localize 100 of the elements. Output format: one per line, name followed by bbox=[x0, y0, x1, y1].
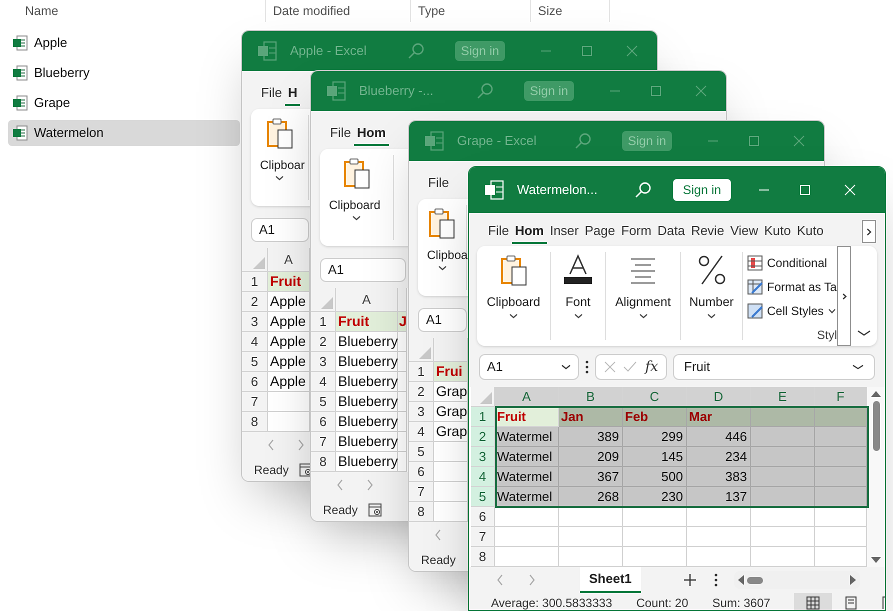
name-box[interactable]: A1 bbox=[479, 354, 579, 380]
column-header[interactable]: Size bbox=[538, 2, 562, 20]
collapse-ribbon-icon[interactable] bbox=[857, 328, 871, 338]
next-sheet-icon[interactable] bbox=[296, 439, 306, 451]
scroll-left-icon[interactable] bbox=[738, 575, 744, 585]
ribbon-tab[interactable]: View bbox=[727, 223, 762, 244]
column-header[interactable]: A bbox=[495, 387, 559, 407]
row-header[interactable]: 7 bbox=[242, 392, 268, 412]
row-header[interactable]: 2 bbox=[409, 382, 434, 402]
row-header[interactable]: 7 bbox=[311, 432, 336, 452]
scroll-thumb[interactable] bbox=[746, 576, 763, 584]
row-header[interactable]: 4 bbox=[242, 332, 268, 352]
row-header[interactable]: 5 bbox=[409, 442, 434, 462]
ribbon-tab[interactable]: Hom bbox=[354, 125, 389, 146]
column-header[interactable]: E bbox=[751, 387, 815, 407]
select-all-button[interactable] bbox=[311, 288, 336, 312]
column-header[interactable]: F bbox=[815, 387, 867, 407]
ribbon-tab[interactable]: Page bbox=[582, 223, 618, 244]
name-box[interactable]: A1 bbox=[418, 308, 467, 332]
row-header[interactable]: 6 bbox=[242, 372, 268, 392]
row-header[interactable]: 6 bbox=[311, 412, 336, 432]
previous-sheet-icon[interactable] bbox=[266, 439, 276, 451]
row-header[interactable]: 1 bbox=[311, 312, 336, 332]
ribbon-tab[interactable]: Kuto bbox=[794, 223, 827, 244]
style-menu-button[interactable]: Format as Ta bbox=[747, 278, 837, 296]
column-header[interactable] bbox=[398, 288, 407, 312]
ribbon-tab[interactable]: Revie bbox=[688, 223, 728, 244]
row-header[interactable]: 3 bbox=[242, 312, 268, 332]
sign-in-button[interactable]: Sign in bbox=[673, 179, 731, 201]
ribbon-group-button[interactable]: Number bbox=[681, 252, 743, 340]
ribbon-tab[interactable]: Inser bbox=[546, 223, 582, 244]
row-header[interactable]: 4 bbox=[311, 372, 336, 392]
file-item[interactable]: Watermelon bbox=[8, 120, 240, 146]
style-menu-button[interactable]: Cell Styles bbox=[747, 302, 837, 320]
ribbon-tab[interactable]: File bbox=[425, 175, 452, 196]
column-header[interactable]: D bbox=[687, 387, 751, 407]
column-header[interactable]: B bbox=[559, 387, 623, 407]
row-header[interactable]: 6 bbox=[409, 462, 434, 482]
column-header[interactable]: A bbox=[268, 248, 310, 272]
select-all-button[interactable] bbox=[409, 338, 434, 362]
row-header[interactable]: 2 bbox=[471, 427, 495, 447]
ribbon-tab[interactable]: Form bbox=[618, 223, 654, 244]
row-header[interactable]: 8 bbox=[409, 502, 434, 522]
more-icon[interactable] bbox=[714, 573, 718, 587]
row-header[interactable]: 8 bbox=[311, 452, 336, 472]
ribbon-tab[interactable]: Data bbox=[654, 223, 688, 244]
search-icon[interactable] bbox=[634, 181, 652, 199]
row-header[interactable]: 3 bbox=[311, 352, 336, 372]
scroll-thumb[interactable] bbox=[872, 401, 880, 451]
previous-sheet-icon[interactable] bbox=[335, 479, 345, 491]
row-header[interactable]: 7 bbox=[409, 482, 434, 502]
scroll-right-icon[interactable] bbox=[850, 575, 856, 585]
name-box[interactable]: A1 bbox=[251, 218, 309, 242]
column-header[interactable]: Type bbox=[418, 2, 446, 20]
row-header[interactable]: 1 bbox=[242, 272, 268, 292]
next-sheet-icon[interactable] bbox=[527, 574, 537, 586]
previous-sheet-icon[interactable] bbox=[433, 529, 443, 541]
row-header[interactable]: 3 bbox=[409, 402, 434, 422]
row-header[interactable]: 8 bbox=[471, 547, 495, 567]
row-header[interactable]: 2 bbox=[242, 292, 268, 312]
sheet-tab[interactable]: Sheet1 bbox=[580, 567, 641, 593]
row-header[interactable]: 4 bbox=[471, 467, 495, 487]
column-header[interactable]: Date modified bbox=[273, 2, 350, 20]
row-header[interactable]: 5 bbox=[242, 352, 268, 372]
ribbon-scroll-button[interactable] bbox=[837, 246, 851, 346]
insert-function-button[interactable]: fx bbox=[645, 356, 658, 378]
row-header[interactable]: 7 bbox=[471, 527, 495, 547]
formula-field[interactable]: Fruit bbox=[673, 354, 875, 380]
row-header[interactable]: 4 bbox=[409, 422, 434, 442]
row-header[interactable]: 6 bbox=[471, 507, 495, 527]
more-icon[interactable] bbox=[585, 360, 589, 374]
row-header[interactable]: 1 bbox=[471, 407, 495, 427]
ribbon-tab[interactable]: File bbox=[258, 85, 285, 106]
ribbon-tab[interactable]: File bbox=[327, 125, 354, 146]
row-header[interactable]: 8 bbox=[242, 412, 268, 432]
add-sheet-icon[interactable] bbox=[682, 573, 697, 587]
row-header[interactable]: 3 bbox=[471, 447, 495, 467]
style-menu-button[interactable]: Conditional bbox=[747, 254, 837, 272]
vertical-scrollbar[interactable] bbox=[867, 387, 885, 567]
check-icon[interactable] bbox=[623, 361, 638, 373]
row-header[interactable]: 5 bbox=[471, 487, 495, 507]
column-header[interactable]: C bbox=[623, 387, 687, 407]
scroll-down-icon[interactable] bbox=[871, 557, 881, 563]
column-header[interactable] bbox=[434, 338, 468, 362]
ribbon-tab[interactable]: Hom bbox=[512, 223, 547, 244]
previous-sheet-icon[interactable] bbox=[495, 574, 505, 586]
scroll-up-icon[interactable] bbox=[871, 391, 881, 397]
column-header[interactable]: A bbox=[336, 288, 398, 312]
tab-scroll-button[interactable] bbox=[862, 220, 876, 243]
ribbon-tab[interactable]: H bbox=[284, 85, 300, 106]
ribbon-tab[interactable]: File bbox=[485, 223, 512, 244]
next-sheet-icon[interactable] bbox=[365, 479, 375, 491]
ribbon-tab[interactable]: Kuto bbox=[761, 223, 794, 244]
column-header[interactable]: Name bbox=[25, 2, 58, 20]
ribbon-group-button[interactable]: Clipboar bbox=[251, 115, 309, 200]
ribbon-group-button[interactable]: Clipboard bbox=[320, 155, 394, 240]
cancel-icon[interactable] bbox=[604, 361, 616, 373]
view-mode-button[interactable] bbox=[794, 593, 832, 610]
ribbon-group-button[interactable]: Clipboard bbox=[477, 252, 551, 340]
ribbon-group-button[interactable]: Clipboa bbox=[418, 205, 467, 290]
